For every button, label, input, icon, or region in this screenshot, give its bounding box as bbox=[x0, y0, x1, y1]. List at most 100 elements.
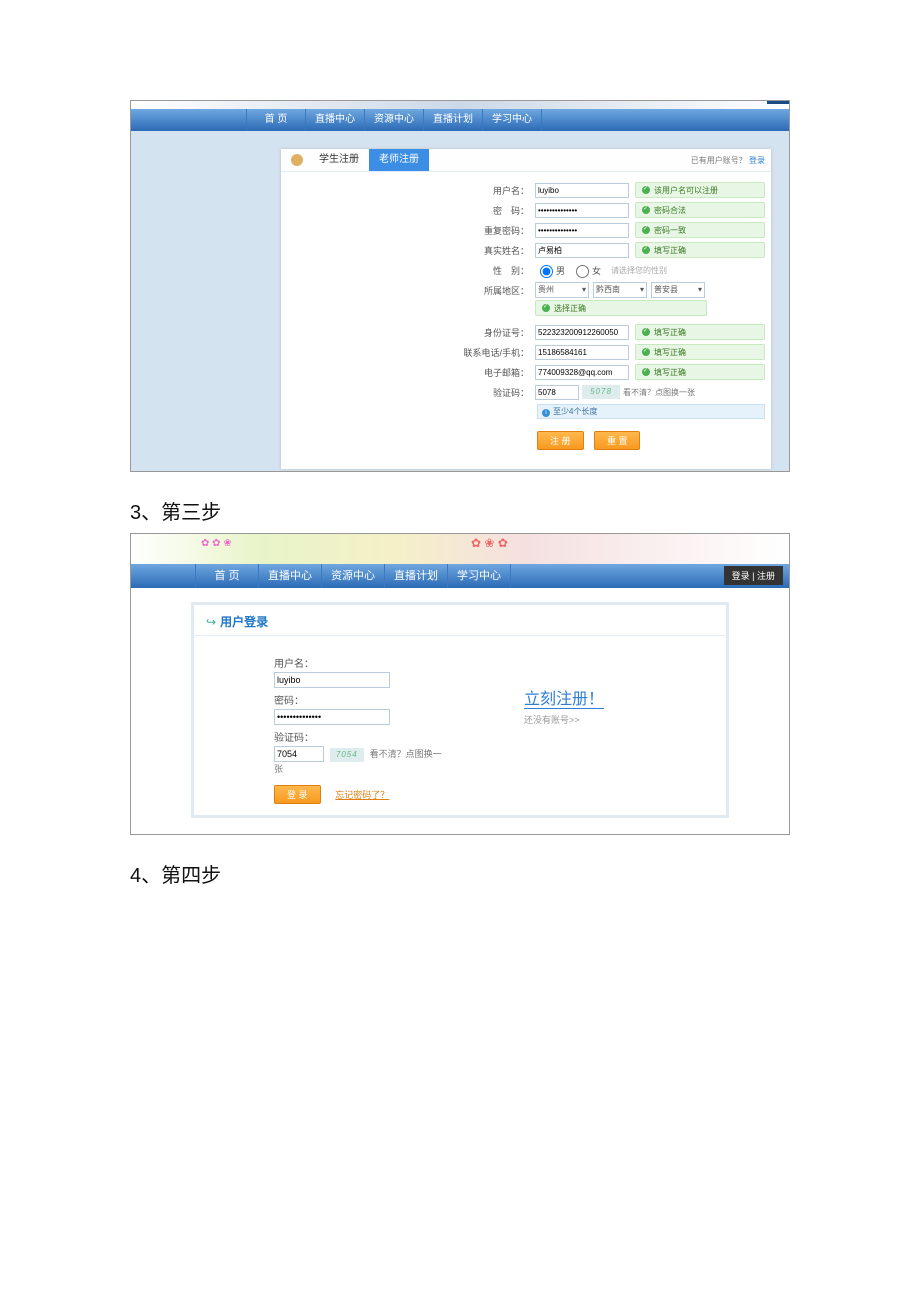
main-nav: 首 页 直播中心 资源中心 直播计划 学习中心 bbox=[131, 109, 789, 131]
phone-label: 联系电话/手机： bbox=[281, 346, 535, 359]
check-icon bbox=[642, 348, 650, 356]
idno-label: 身份证号： bbox=[281, 326, 535, 339]
reset-button[interactable]: 重 置 bbox=[594, 431, 641, 450]
idno-hint: 填写正确 bbox=[635, 324, 765, 340]
forgot-password-link[interactable]: 忘记密码了？ bbox=[335, 790, 389, 800]
region-city-select[interactable]: 黔西南 bbox=[593, 282, 647, 298]
phone-input[interactable] bbox=[535, 345, 629, 360]
nav-learn[interactable]: 学习中心 bbox=[483, 109, 542, 131]
nav-live[interactable]: 直播中心 bbox=[259, 564, 322, 588]
phone-hint-text: 填写正确 bbox=[654, 347, 686, 358]
login-form: 用户名： 密码： 验证码： 7054 看不清？点图换一张 登 录 忘记密码了？ bbox=[274, 655, 444, 804]
realname-hint: 填写正确 bbox=[635, 242, 765, 258]
captcha-image[interactable]: 7054 bbox=[330, 748, 364, 762]
login-screenshot: ✿ ✿ ❀ ✿ ❀ ✿ 登录 | 注册 首 页 直播中心 资源中心 直播计划 学… bbox=[130, 533, 790, 835]
check-icon bbox=[642, 368, 650, 376]
tab-teacher-register[interactable]: 老师注册 bbox=[369, 149, 429, 171]
row-region-hint: 选择正确 bbox=[281, 300, 771, 316]
row-email: 电子邮箱： 填写正确 bbox=[281, 362, 771, 382]
captcha-input[interactable] bbox=[535, 385, 579, 400]
nav-plan[interactable]: 直播计划 bbox=[385, 564, 448, 588]
nav-resource[interactable]: 资源中心 bbox=[322, 564, 385, 588]
register-prompt: 立刻注册！ 还没有账号>> bbox=[524, 685, 604, 726]
nav-learn[interactable]: 学习中心 bbox=[448, 564, 511, 588]
login-password-input[interactable] bbox=[274, 709, 390, 725]
login-username-input[interactable] bbox=[274, 672, 390, 688]
no-account-text[interactable]: 还没有账号>> bbox=[524, 713, 604, 726]
decorative-banner: ✿ ✿ ❀ ✿ ❀ ✿ bbox=[131, 534, 789, 564]
nav-resource[interactable]: 资源中心 bbox=[365, 109, 424, 131]
register-panel: 学生注册 老师注册 已有用户账号？ 登录 用户名： 该用户名可以注册 密 码： … bbox=[281, 149, 771, 469]
row-captcha: 验证码： 5078 看不清？点图换一张 bbox=[281, 382, 771, 402]
password-label: 密 码： bbox=[281, 204, 535, 217]
phone-hint: 填写正确 bbox=[635, 344, 765, 360]
gender-hint: 请选择您的性别 bbox=[611, 265, 667, 276]
username-input[interactable] bbox=[535, 183, 629, 198]
main-nav: 首 页 直播中心 资源中心 直播计划 学习中心 bbox=[131, 564, 789, 588]
row-phone: 联系电话/手机： 填写正确 bbox=[281, 342, 771, 362]
flower-icon: ✿ ❀ ✿ bbox=[471, 536, 508, 550]
login-register-corner[interactable]: 登录 | 注册 bbox=[724, 566, 783, 585]
nav-home[interactable]: 首 页 bbox=[246, 109, 306, 131]
password-hint: 密码合法 bbox=[635, 202, 765, 218]
password2-hint-text: 密码一致 bbox=[654, 225, 686, 236]
check-icon bbox=[542, 304, 550, 312]
captcha-refresh-link[interactable]: 看不清？点图换一张 bbox=[623, 387, 695, 398]
step4-heading: 4、第四步 bbox=[130, 859, 790, 888]
password-hint-text: 密码合法 bbox=[654, 205, 686, 216]
username-label: 用户名： bbox=[281, 184, 535, 197]
region-hint: 选择正确 bbox=[535, 300, 707, 316]
gender-female-radio[interactable] bbox=[576, 265, 589, 278]
password2-label: 重复密码： bbox=[281, 224, 535, 237]
login-button[interactable]: 登 录 bbox=[274, 785, 321, 804]
tab-student-register[interactable]: 学生注册 bbox=[309, 149, 369, 171]
nav-live[interactable]: 直播中心 bbox=[306, 109, 365, 131]
register-tabs: 学生注册 老师注册 已有用户账号？ 登录 bbox=[281, 149, 771, 172]
idno-input[interactable] bbox=[535, 325, 629, 340]
region-hint-text: 选择正确 bbox=[554, 303, 586, 314]
password2-input[interactable] bbox=[535, 223, 629, 238]
captcha-length-hint: i至少4个长度 bbox=[537, 404, 765, 419]
gender-male-text: 男 bbox=[556, 264, 565, 277]
username-hint: 该用户名可以注册 bbox=[635, 182, 765, 198]
realname-label: 真实姓名： bbox=[281, 244, 535, 257]
captcha-len-text: 至少4个长度 bbox=[553, 407, 597, 416]
login-corner-badge[interactable]: 登录 bbox=[767, 100, 789, 104]
region-label: 所属地区： bbox=[281, 284, 535, 297]
gender-female-text: 女 bbox=[592, 264, 601, 277]
region-province-select[interactable]: 贵州 bbox=[535, 282, 589, 298]
check-icon bbox=[642, 226, 650, 234]
email-label: 电子邮箱： bbox=[281, 366, 535, 379]
realname-input[interactable] bbox=[535, 243, 629, 258]
region-county-select[interactable]: 普安县 bbox=[651, 282, 705, 298]
register-button[interactable]: 注 册 bbox=[537, 431, 584, 450]
row-realname: 真实姓名： 填写正确 bbox=[281, 240, 771, 260]
gender-male-radio[interactable] bbox=[540, 265, 553, 278]
password-input[interactable] bbox=[535, 203, 629, 218]
realname-hint-text: 填写正确 bbox=[654, 245, 686, 256]
captcha-image[interactable]: 5078 bbox=[582, 385, 620, 399]
decorative-top bbox=[131, 101, 789, 109]
nav-plan[interactable]: 直播计划 bbox=[424, 109, 483, 131]
email-hint-text: 填写正确 bbox=[654, 367, 686, 378]
captcha-label: 验证码： bbox=[274, 729, 444, 744]
nav-home[interactable]: 首 页 bbox=[195, 564, 259, 588]
row-password: 密 码： 密码合法 bbox=[281, 200, 771, 220]
login-captcha-input[interactable] bbox=[274, 746, 324, 762]
check-icon bbox=[642, 206, 650, 214]
registration-screenshot: 登录 首 页 直播中心 资源中心 直播计划 学习中心 学生注册 老师注册 已有用… bbox=[130, 100, 790, 472]
username-label: 用户名： bbox=[274, 655, 444, 670]
username-hint-text: 该用户名可以注册 bbox=[654, 185, 718, 196]
row-password2: 重复密码： 密码一致 bbox=[281, 220, 771, 240]
info-icon: i bbox=[542, 409, 550, 417]
has-account-text: 已有用户账号？ 登录 bbox=[691, 155, 765, 166]
email-input[interactable] bbox=[535, 365, 629, 380]
arrow-icon: ↪ bbox=[206, 615, 216, 629]
login-link[interactable]: 登录 bbox=[749, 156, 765, 165]
row-idno: 身份证号： 填写正确 bbox=[281, 322, 771, 342]
register-now-link[interactable]: 立刻注册！ bbox=[524, 691, 604, 709]
row-region: 所属地区： 贵州 黔西南 普安县 bbox=[281, 280, 771, 300]
captcha-label: 验证码： bbox=[281, 386, 535, 399]
row-gender: 性 别： 男 女 请选择您的性别 bbox=[281, 260, 771, 280]
check-icon bbox=[642, 328, 650, 336]
